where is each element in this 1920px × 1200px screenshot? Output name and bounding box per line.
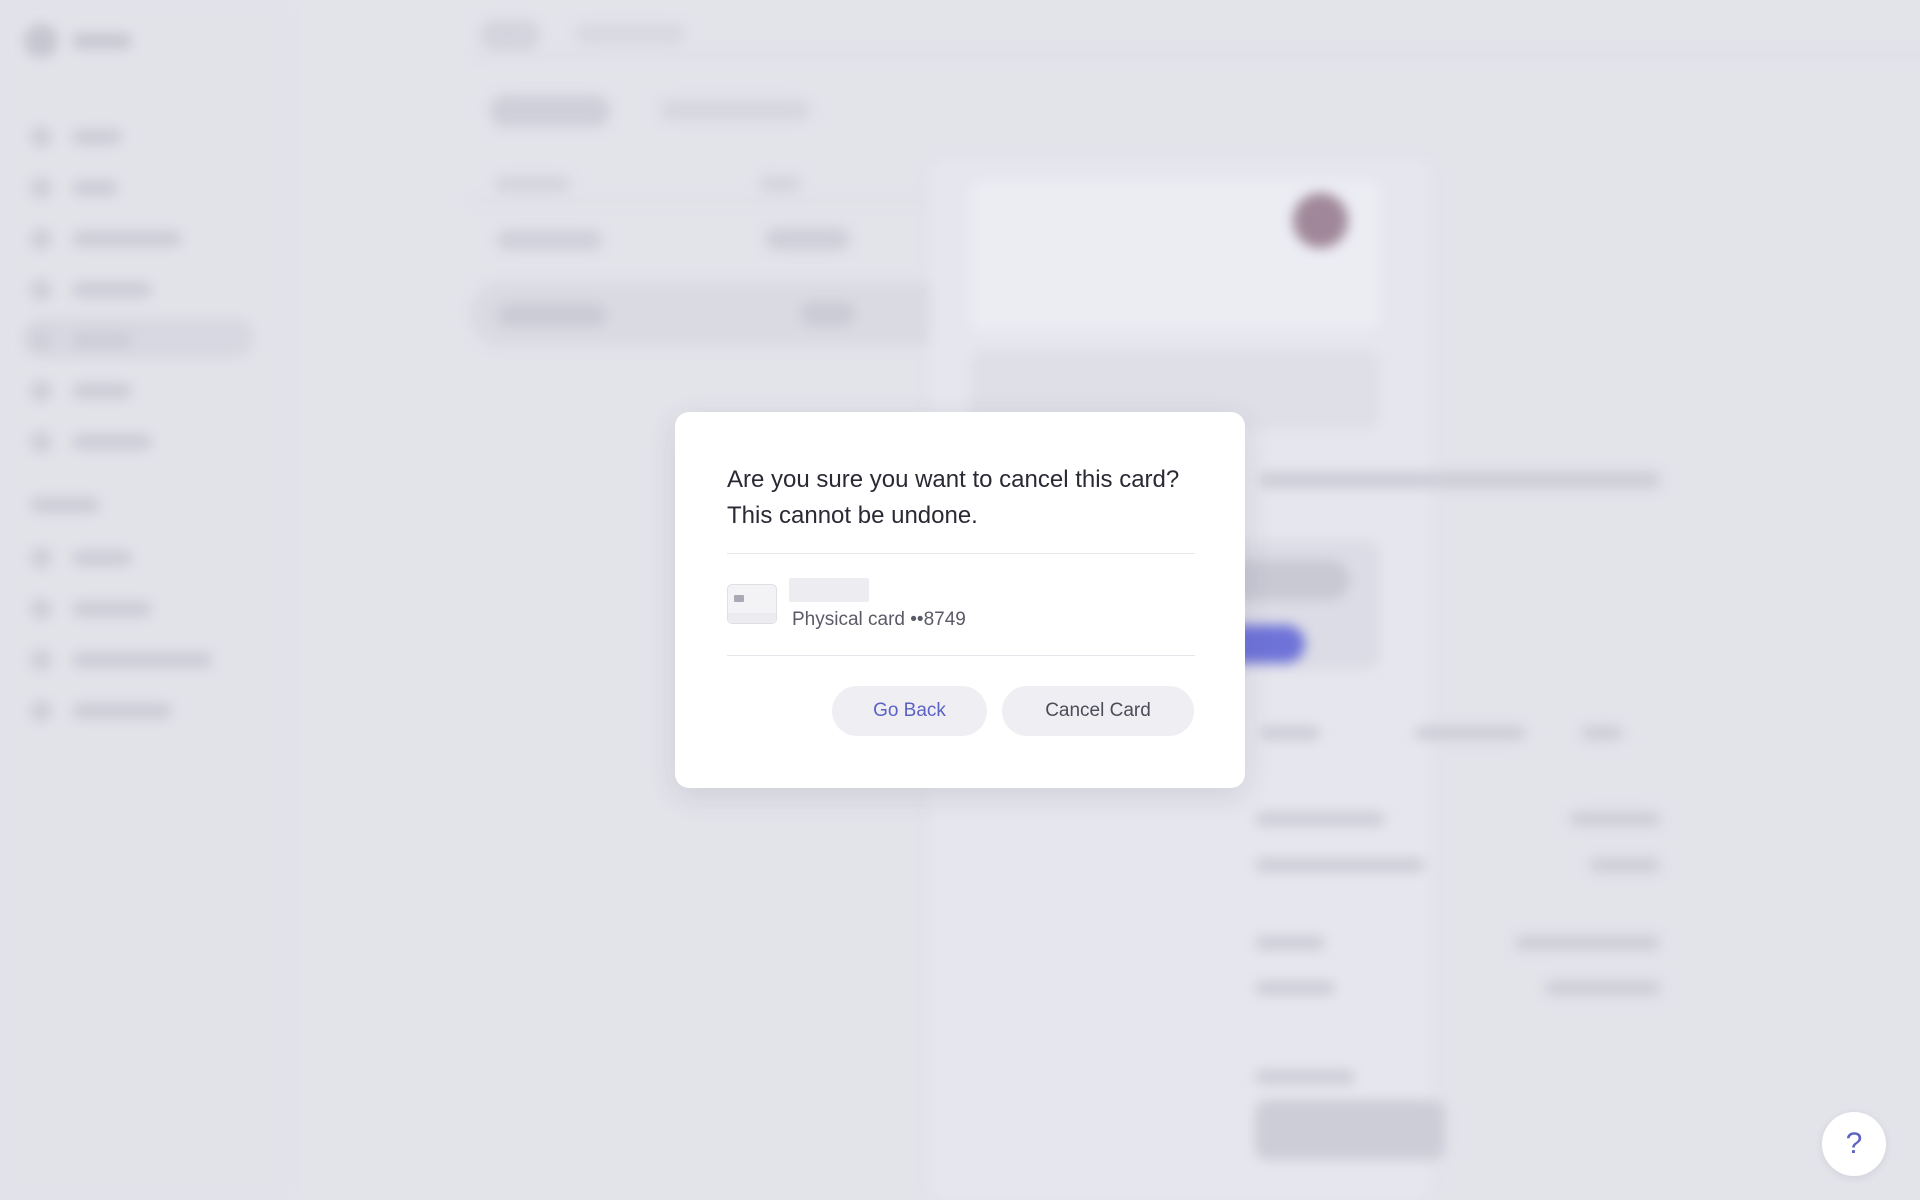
tab-placeholder xyxy=(575,24,685,44)
sidebar-item xyxy=(30,431,152,453)
sidebar xyxy=(0,0,285,1200)
card-description: Physical card ••8749 xyxy=(792,609,966,630)
dialog-title: Are you sure you want to cancel this car… xyxy=(727,466,1180,529)
sidebar-item xyxy=(30,329,132,351)
sidebar-item xyxy=(30,177,118,199)
card-name-placeholder xyxy=(789,578,869,602)
panel-detail-block xyxy=(1255,1100,1445,1160)
sidebar-item xyxy=(30,126,122,148)
panel-action xyxy=(1260,726,1320,740)
panel-detail-row xyxy=(1590,858,1660,872)
sidebar-item xyxy=(30,380,132,402)
go-back-button[interactable]: Go Back xyxy=(832,686,987,736)
tabs-divider xyxy=(475,54,1920,56)
sidebar-item xyxy=(30,279,152,301)
column-header xyxy=(495,176,570,192)
panel-detail-row xyxy=(1545,981,1660,995)
dialog-divider-bottom xyxy=(727,655,1195,656)
dialog-divider-top xyxy=(727,553,1195,554)
sidebar-item xyxy=(30,547,132,569)
panel-text xyxy=(1260,472,1660,488)
avatar xyxy=(24,24,58,58)
table-row xyxy=(765,228,850,250)
card-brand-mark xyxy=(1293,193,1348,248)
filter-pill xyxy=(490,95,610,127)
table-row xyxy=(800,302,855,326)
panel-action xyxy=(1415,726,1525,740)
sidebar-item xyxy=(30,228,182,250)
panel-detail-row xyxy=(1515,936,1660,950)
tab-placeholder xyxy=(480,20,540,50)
filter-pill xyxy=(660,100,810,120)
table-row xyxy=(497,230,602,250)
cancel-card-button[interactable]: Cancel Card xyxy=(1002,686,1194,736)
cancel-card-dialog: Are you sure you want to cancel this car… xyxy=(675,412,1245,788)
sidebar-item xyxy=(30,649,212,671)
panel-action xyxy=(1582,726,1622,740)
sidebar-section-label xyxy=(30,497,100,513)
credit-card-icon xyxy=(727,584,777,624)
help-button[interactable]: ? xyxy=(1822,1112,1886,1176)
panel-detail-row xyxy=(1255,812,1385,826)
panel-detail-row xyxy=(1255,981,1335,995)
question-mark-icon: ? xyxy=(1845,1127,1863,1160)
panel-detail-row xyxy=(1255,936,1325,950)
column-header xyxy=(760,176,800,192)
sidebar-header xyxy=(24,24,132,58)
table-row xyxy=(497,304,607,326)
panel-detail-row xyxy=(1255,1070,1355,1084)
panel-detail-row xyxy=(1255,858,1425,872)
sidebar-item xyxy=(30,598,152,620)
workspace-name-placeholder xyxy=(72,33,132,49)
panel-detail-row xyxy=(1570,812,1660,826)
sidebar-item xyxy=(30,700,172,722)
